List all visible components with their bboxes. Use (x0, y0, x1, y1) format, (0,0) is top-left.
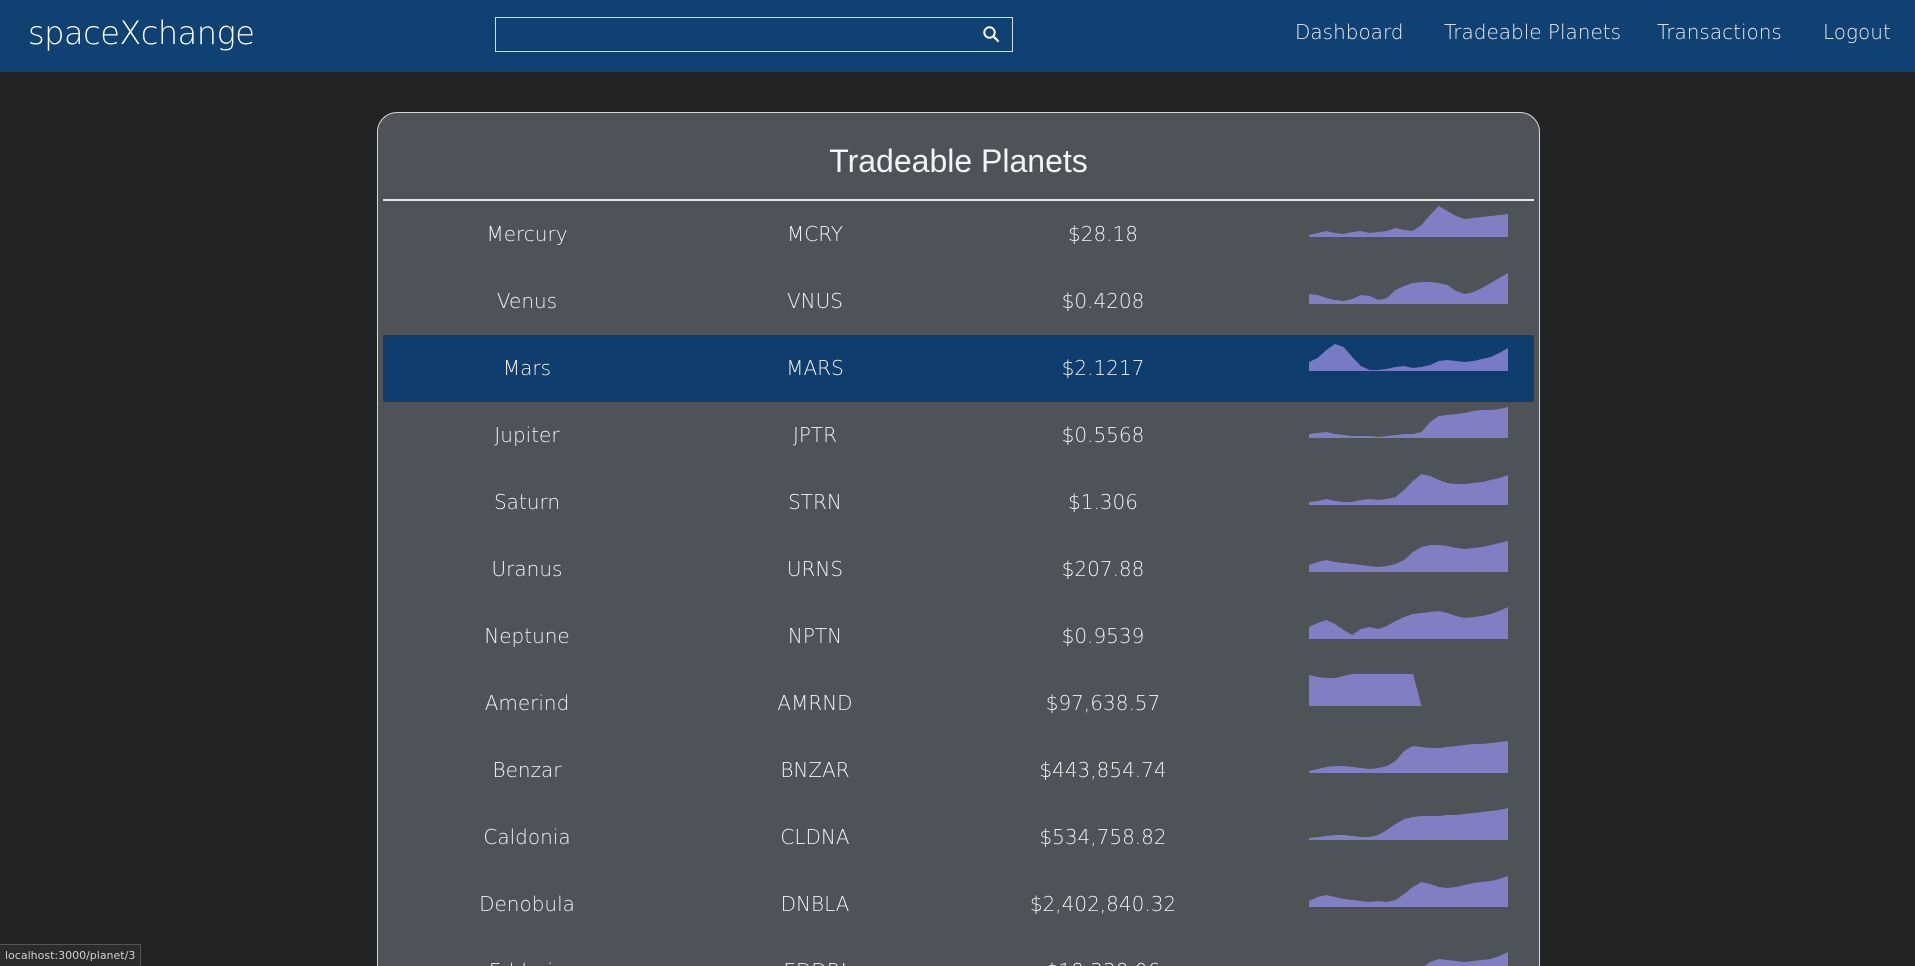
planet-price: $0.9539 (1061, 624, 1145, 648)
price-sparkline (1309, 206, 1508, 237)
sparkline-area (1309, 674, 1508, 706)
planet-name: Uranus (491, 557, 563, 581)
nav-dashboard-link[interactable]: Dashboard (1295, 20, 1404, 44)
price-sparkline (1309, 344, 1508, 371)
planet-price: $97,638.57 (1045, 691, 1161, 715)
planet-row[interactable]: Venus VNUS $0.4208 (383, 268, 1534, 335)
planet-price: $534,758.82 (1039, 825, 1167, 849)
sparkline-area (1309, 876, 1508, 907)
sparkline-area (1309, 407, 1508, 438)
planet-row[interactable]: Mercury MCRY $28.18 (383, 201, 1534, 268)
sparkline-area (1309, 344, 1508, 371)
planet-row[interactable]: Caldonia CLDNA $534,758.82 (383, 804, 1534, 871)
planet-price: $2,402,840.32 (1029, 892, 1177, 916)
planet-symbol: NPTN (787, 624, 843, 648)
planet-price: $28.18 (1068, 222, 1138, 246)
planet-name: Mercury (486, 222, 568, 246)
planet-price: $0.5568 (1061, 423, 1145, 447)
planet-symbol: EDDRI (671, 938, 959, 966)
sparkline-area (1309, 808, 1508, 840)
price-sparkline (1309, 273, 1508, 304)
planet-row[interactable]: Benzar BNZAR $443,854.74 (383, 737, 1534, 804)
brand-logo[interactable]: spaceXchange (28, 14, 255, 52)
status-bar-url: localhost:3000/planet/3 (0, 944, 142, 966)
nav-transactions-link[interactable]: Transactions (1657, 20, 1782, 44)
sparkline-area (1309, 273, 1508, 304)
price-sparkline (1309, 407, 1508, 438)
sparkline-area (1309, 741, 1508, 773)
planet-symbol: VNUS (787, 289, 843, 313)
sparkline-area (1309, 607, 1508, 639)
planet-price: $443,854.74 (1039, 758, 1167, 782)
price-sparkline (1424, 952, 1508, 966)
planets-card: Tradeable Planets Mercury MCRY $28.18 Venus… (377, 112, 1540, 966)
planet-symbol: URNS (786, 557, 844, 581)
price-sparkline (1309, 607, 1508, 639)
planet-name: Jupiter (494, 423, 560, 447)
planet-name: Mars (502, 356, 552, 380)
planet-name: Neptune (484, 624, 570, 648)
top-navbar: spaceXchange Dashboard Tradeable Planets… (0, 0, 1915, 72)
nav-tradeable-planets-link[interactable]: Tradeable Planets (1444, 20, 1621, 44)
price-sparkline (1309, 541, 1508, 572)
search-input[interactable] (496, 18, 966, 50)
planet-symbol: STRN (788, 490, 842, 514)
planet-name: Saturn (493, 490, 560, 514)
planet-row[interactable]: Denobula DNBLA $2,402,840.32 (383, 871, 1534, 938)
sparkline-area (1309, 206, 1508, 237)
planet-name: Denobula (479, 892, 575, 916)
planet-price: $1.306 (1068, 490, 1138, 514)
planet-price: $0.4208 (1061, 289, 1145, 313)
page-title: Tradeable Planets (829, 143, 1088, 179)
nav-logout-link[interactable]: Logout (1823, 20, 1891, 44)
planet-row[interactable]: Jupiter JPTR $0.5568 (383, 402, 1534, 469)
planet-name: Benzar (492, 758, 562, 782)
planet-row[interactable]: Saturn STRN $1.306 (383, 469, 1534, 536)
planet-row[interactable]: Amerind AMRND $97,638.57 (383, 670, 1534, 737)
planet-row[interactable]: Mars MARS $2.1217 (383, 335, 1534, 402)
planet-name: Venus (496, 289, 558, 313)
price-sparkline (1309, 741, 1508, 773)
planet-price: $18,338.06 (959, 938, 1247, 966)
planet-row[interactable]: Neptune NPTN $0.9539 (383, 603, 1534, 670)
planet-name: Eddoria (383, 938, 671, 966)
planet-row[interactable]: Uranus URNS $207.88 (383, 536, 1534, 603)
planet-symbol: MARS (786, 356, 844, 380)
planet-symbol: DNBLA (780, 892, 850, 916)
planet-symbol: AMRND (777, 691, 853, 715)
planet-price: $2.1217 (1061, 356, 1145, 380)
search-icon[interactable] (982, 25, 1000, 43)
planet-name: Amerind (484, 691, 570, 715)
planet-symbol: BNZAR (780, 758, 850, 782)
planet-symbol: JPTR (792, 423, 838, 447)
planet-symbol: CLDNA (780, 825, 850, 849)
sparkline-area (1309, 474, 1508, 505)
planet-row[interactable]: EddoriaEDDRI$18,338.06 (383, 938, 1534, 966)
planet-price: $207.88 (1061, 557, 1145, 581)
search-box[interactable] (495, 17, 1013, 52)
price-sparkline (1309, 876, 1508, 907)
sparkline-area (1309, 541, 1508, 572)
sparkline-area (1424, 952, 1508, 966)
planet-symbol: MCRY (786, 222, 844, 246)
price-sparkline (1309, 674, 1508, 706)
planet-name: Caldonia (483, 825, 571, 849)
price-sparkline (1309, 808, 1508, 840)
price-sparkline (1309, 474, 1508, 505)
